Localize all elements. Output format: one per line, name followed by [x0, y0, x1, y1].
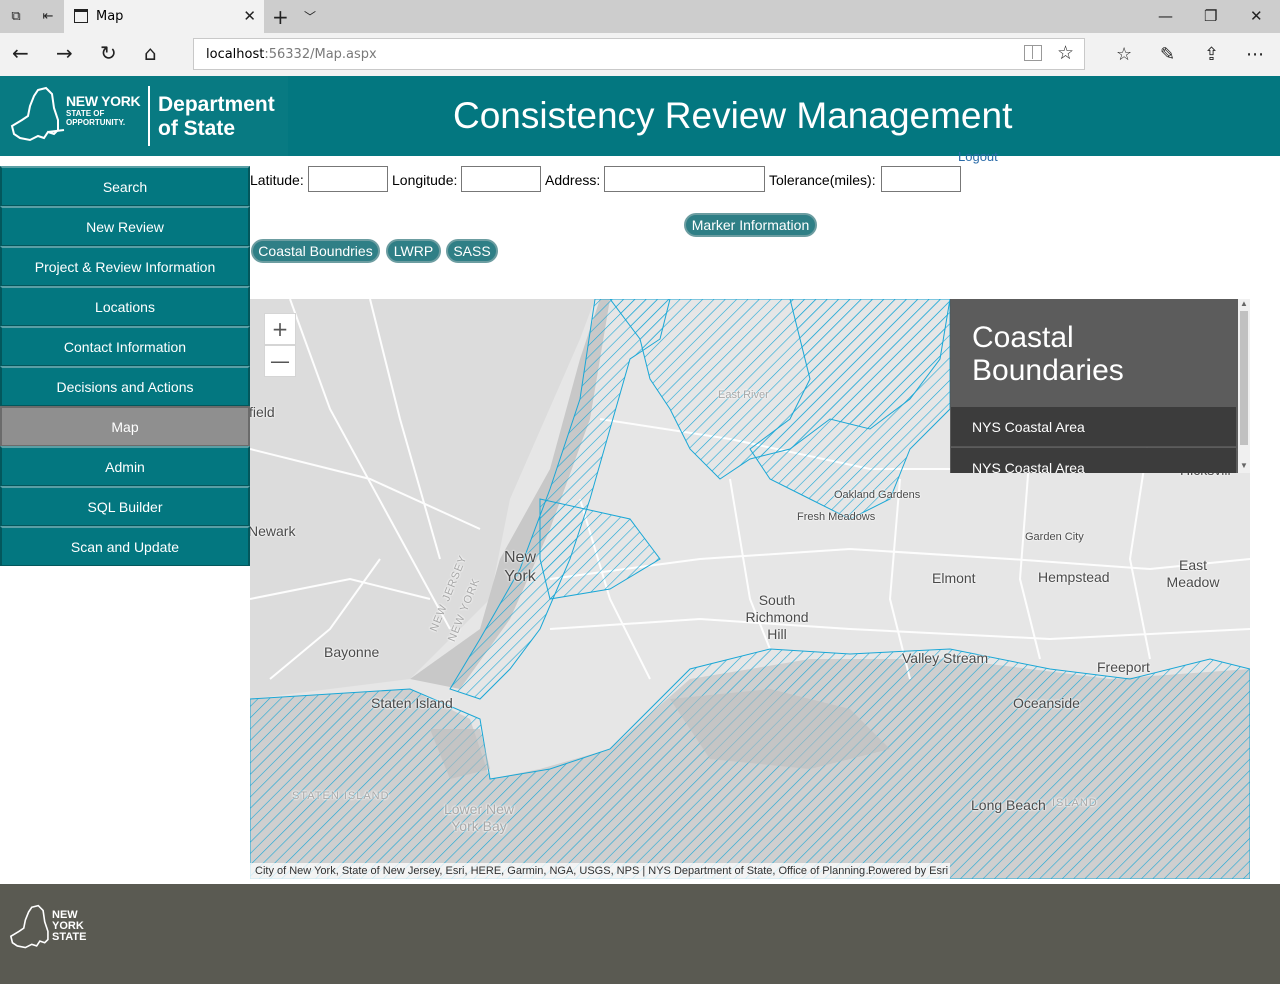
place-label: Fresh Meadows — [797, 511, 876, 523]
place-label: Garden City — [1025, 531, 1084, 543]
sidebar-item-sql-builder[interactable]: SQL Builder — [0, 486, 250, 526]
address-bar-row: ← → ↻ ⌂ localhost:56332/Map.aspx ☆ ☆ ✎ ⇪… — [0, 33, 1280, 76]
sidebar-item-contact[interactable]: Contact Information — [0, 326, 250, 366]
restore-icon[interactable]: ❐ — [1204, 7, 1217, 25]
favorite-icon[interactable]: ☆ — [1057, 42, 1074, 65]
tab-close-icon[interactable]: ✕ — [243, 7, 256, 25]
nys-dos-logo: NEW YORK STATE OF OPPORTUNITY. Department… — [0, 76, 288, 156]
logout-link[interactable]: Logout — [958, 149, 998, 164]
forward-icon[interactable]: → — [56, 42, 73, 64]
sidebar-item-locations[interactable]: Locations — [0, 286, 250, 326]
sidebar-item-admin[interactable]: Admin — [0, 446, 250, 486]
ny-state-icon — [9, 904, 49, 949]
place-label: Elmont — [932, 570, 976, 586]
sidebar-item-scan-update[interactable]: Scan and Update — [0, 526, 250, 566]
logo-subtitle: STATE OF OPPORTUNITY. — [66, 109, 126, 127]
home-icon[interactable]: ⌂ — [144, 42, 157, 64]
logo-divider — [148, 86, 150, 146]
place-label: Newark — [250, 523, 296, 539]
sass-button[interactable]: SASS — [446, 239, 498, 263]
legend-item[interactable]: NYS Coastal Area — [951, 407, 1236, 447]
ny-state-icon — [10, 86, 65, 142]
page-icon — [74, 9, 88, 23]
esri-link[interactable]: Esri — [929, 865, 948, 877]
place-label: STATEN ISLAND — [292, 790, 390, 802]
place-label: New York — [503, 549, 536, 585]
tab-title: Map — [96, 9, 124, 24]
place-label: Staten Island — [371, 695, 453, 711]
app-header: NEW YORK STATE OF OPPORTUNITY. Department… — [0, 76, 1280, 156]
place-label: Lower New York Bay — [443, 801, 515, 834]
sidebar-item-decisions[interactable]: Decisions and Actions — [0, 366, 250, 406]
address-input[interactable] — [604, 166, 765, 192]
place-label: East Meadow — [1166, 557, 1220, 590]
legend-scrollbar[interactable]: ▲ ▼ — [1238, 299, 1250, 473]
scroll-up-icon[interactable]: ▲ — [1240, 299, 1248, 308]
longitude-label: Longitude: — [392, 172, 458, 188]
logo-department-text: Department of State — [158, 93, 275, 140]
more-icon[interactable]: ⋯ — [1246, 44, 1264, 65]
url-text: localhost:56332/Map.aspx — [206, 47, 377, 62]
place-label: Oceanside — [1013, 695, 1080, 711]
page-title: Consistency Review Management — [453, 95, 1013, 136]
browser-window: ⧉ ⇤ Map ✕ + ﹀ — ❐ ✕ ← → ↻ ⌂ localhost:56… — [0, 0, 1280, 984]
tab-strip: ⧉ ⇤ Map ✕ + ﹀ — ❐ ✕ — [0, 0, 1280, 33]
place-label: Bayonne — [324, 644, 380, 660]
attribution-text: City of New York, State of New Jersey, E… — [255, 865, 877, 877]
legend-panel: Coastal Boundaries NYS Coastal Area NYS C… — [950, 299, 1238, 473]
new-tab-button[interactable]: + — [272, 5, 289, 29]
marker-information-button[interactable]: Marker Information — [684, 213, 817, 237]
tolerance-input[interactable] — [881, 166, 961, 192]
place-label: South Richmond Hill — [745, 592, 809, 642]
map-view[interactable]: + — East River Oakland Gardens Fresh Mea… — [250, 299, 1250, 879]
zoom-in-button[interactable]: + — [264, 313, 296, 345]
latitude-input[interactable] — [308, 166, 388, 192]
address-bar[interactable]: localhost:56332/Map.aspx ☆ — [193, 38, 1085, 70]
place-label: Oakland Gardens — [834, 489, 921, 501]
latitude-label: Latitude: — [250, 172, 304, 188]
legend-title: Coastal Boundaries — [972, 321, 1124, 387]
coastal-boundaries-button[interactable]: Coastal Boundries — [251, 239, 380, 263]
map-attribution: City of New York, State of New Jersey, E… — [250, 863, 950, 879]
sidebar-item-project-review[interactable]: Project & Review Information — [0, 246, 250, 286]
tab-preview-icon[interactable]: ⧉ — [8, 9, 24, 23]
place-label: East River — [718, 389, 769, 401]
back-icon[interactable]: ← — [12, 42, 29, 64]
refresh-icon[interactable]: ↻ — [100, 42, 117, 64]
place-label: Valley Stream — [902, 650, 989, 666]
sidebar-item-new-review[interactable]: New Review — [0, 206, 250, 246]
tolerance-label: Tolerance(miles): — [769, 172, 876, 188]
footer-logo-text: NEW YORK STATE — [52, 909, 87, 943]
browser-tab[interactable]: Map ✕ — [64, 0, 264, 33]
place-label: ISLAND — [1052, 797, 1098, 809]
lwrp-button[interactable]: LWRP — [386, 239, 441, 263]
chevron-down-icon[interactable]: ﹀ — [304, 8, 316, 25]
address-label: Address: — [545, 172, 601, 188]
window-close-icon[interactable]: ✕ — [1250, 7, 1263, 25]
place-label: field — [250, 404, 275, 420]
powered-by-text: Powered by Esri — [868, 865, 949, 877]
zoom-out-button[interactable]: — — [264, 345, 296, 377]
place-label: Freeport — [1097, 659, 1150, 675]
longitude-input[interactable] — [461, 166, 541, 192]
scroll-down-icon[interactable]: ▼ — [1240, 461, 1248, 470]
logo-ny-text: NEW YORK — [66, 93, 141, 109]
sidebar-item-map[interactable]: Map — [0, 406, 250, 446]
minimize-icon[interactable]: — — [1158, 7, 1173, 25]
footer: NEW YORK STATE — [0, 884, 1280, 984]
reading-view-icon[interactable] — [1024, 45, 1042, 61]
set-aside-tabs-icon[interactable]: ⇤ — [40, 9, 56, 23]
scrollbar-thumb[interactable] — [1240, 311, 1248, 445]
place-label: Long Beach — [971, 797, 1046, 813]
sidebar-item-search[interactable]: Search — [0, 166, 250, 206]
pen-icon[interactable]: ✎ — [1160, 44, 1175, 65]
legend-item[interactable]: NYS Coastal Area — [951, 448, 1236, 473]
place-label: Hempstead — [1038, 569, 1110, 585]
favorites-hub-icon[interactable]: ☆ — [1116, 44, 1132, 65]
share-icon[interactable]: ⇪ — [1204, 44, 1219, 65]
sidebar-nav: Search New Review Project & Review Infor… — [0, 166, 250, 566]
